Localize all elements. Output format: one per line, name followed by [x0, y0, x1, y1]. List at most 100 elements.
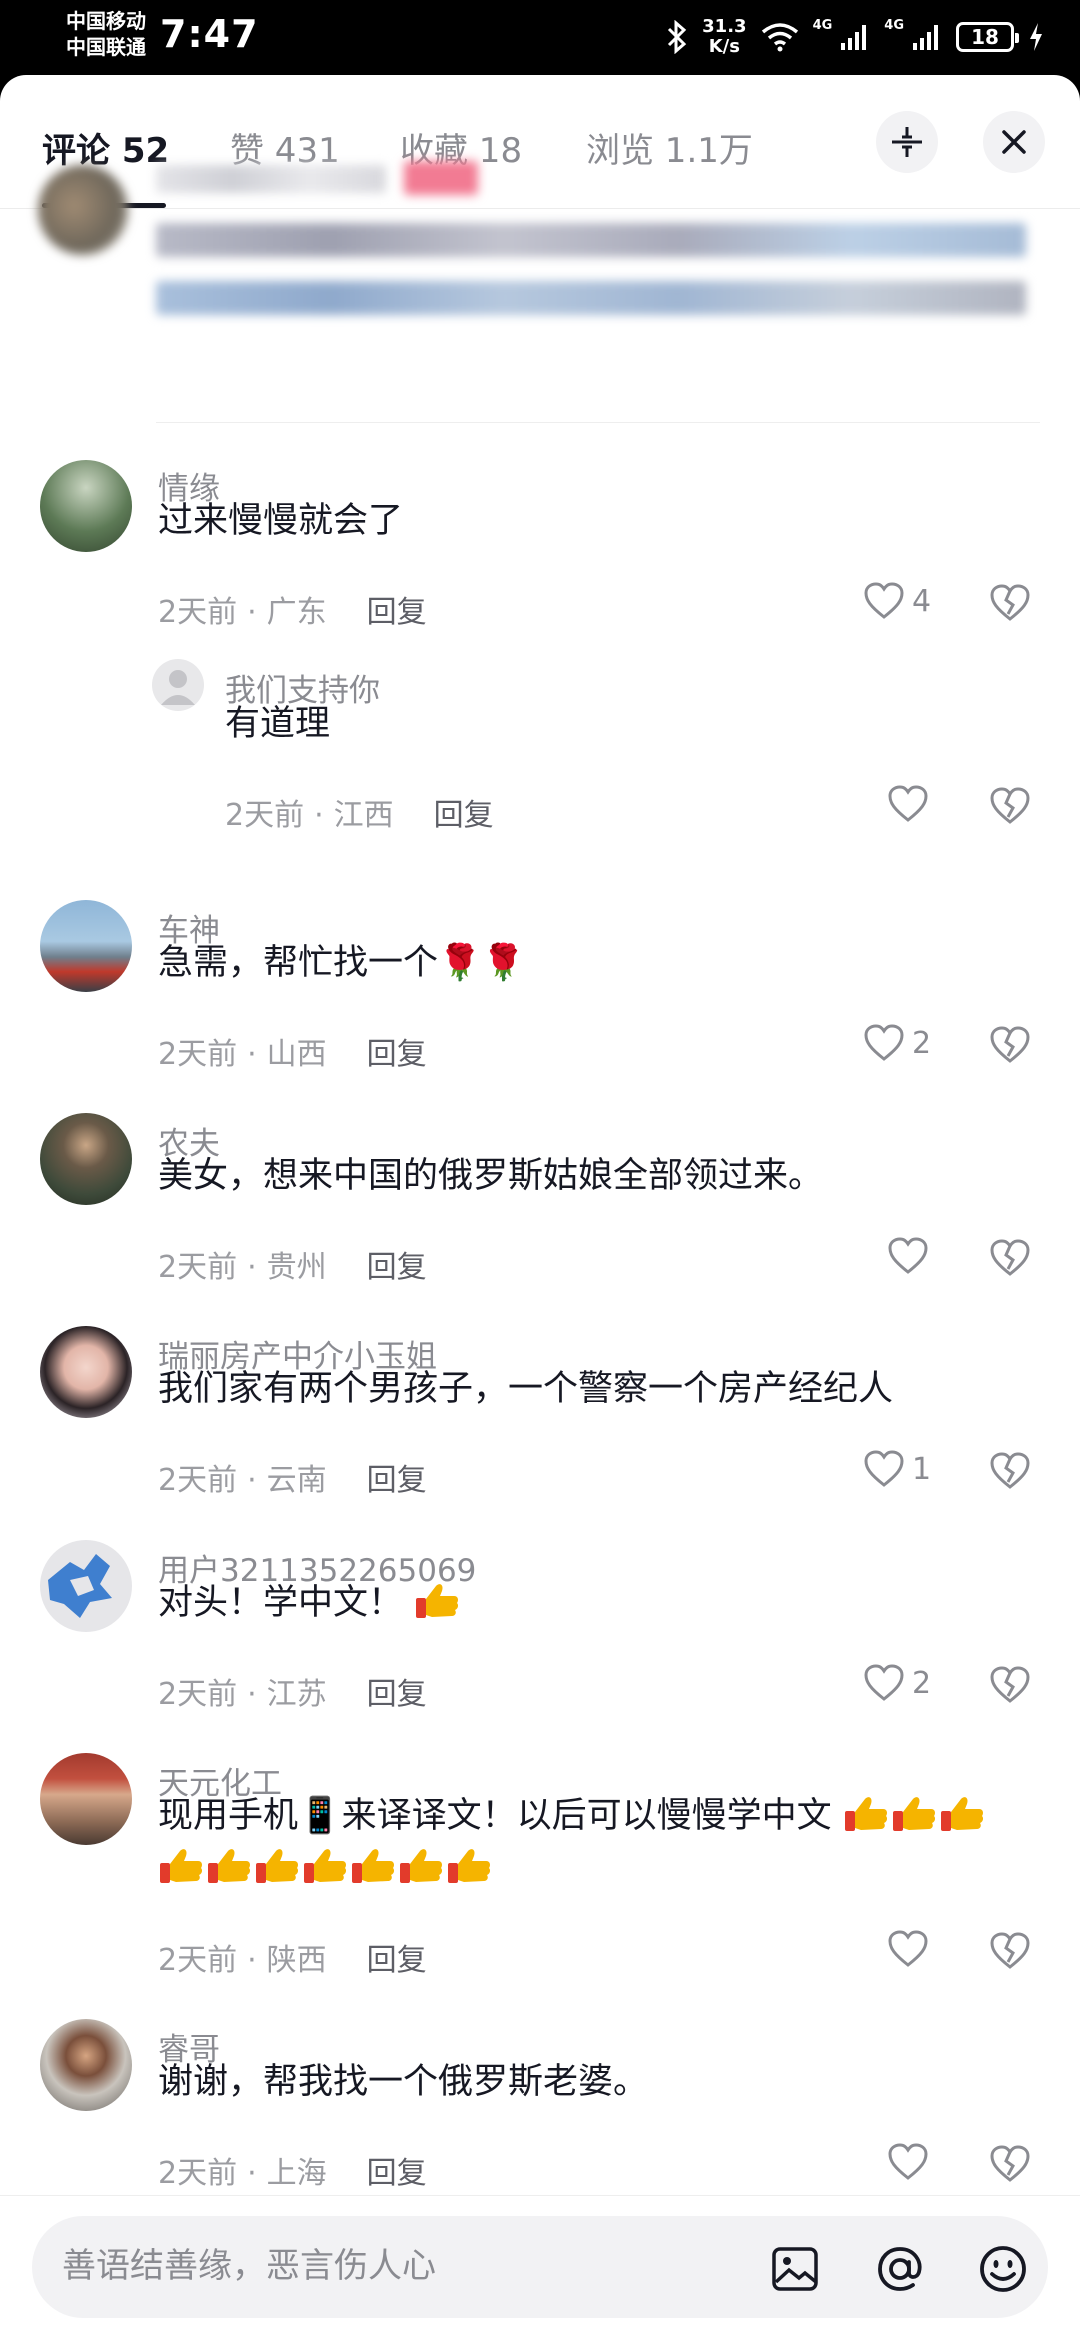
thumbs-up-icon — [448, 1849, 491, 1883]
reply-button[interactable]: 回复 — [367, 2156, 427, 2191]
comment-time: 2天前 — [158, 1463, 238, 1498]
comment-time: 2天前 — [158, 1943, 238, 1978]
comment-time: 2天前 — [158, 2156, 238, 2191]
collapse-button[interactable] — [876, 111, 938, 173]
thumbs-up-icon — [208, 1849, 251, 1883]
comment-text: 谢谢，帮我找一个俄罗斯老婆。 — [158, 2062, 649, 2102]
like-count: 1 — [912, 1451, 932, 1487]
avatar[interactable] — [40, 1540, 132, 1632]
dislike-button[interactable] — [990, 1932, 1030, 1974]
broken-heart-icon — [990, 1932, 1030, 1969]
comment-time: 2天前 — [158, 595, 238, 630]
comment-meta: 2天前 · 贵州 回复 — [158, 1250, 427, 1285]
thumbs-up-icon — [160, 1849, 203, 1883]
broken-heart-icon — [990, 584, 1030, 621]
default-avatar-icon — [161, 670, 195, 705]
comment-meta: 2天前 · 上海 回复 — [158, 2156, 427, 2191]
broken-heart-icon — [990, 787, 1030, 824]
avatar[interactable] — [40, 2019, 132, 2111]
like-button[interactable]: 2 — [864, 1024, 931, 1062]
blurred-badge — [404, 161, 478, 195]
reply-button[interactable]: 回复 — [367, 595, 427, 630]
battery-indicator: 18 — [956, 22, 1019, 52]
heart-icon — [864, 1664, 904, 1701]
comment-text: 我们家有两个男孩子，一个警察一个房产经纪人 — [158, 1369, 894, 1409]
emoji-button[interactable] — [978, 2244, 1028, 2294]
close-icon — [1002, 130, 1026, 154]
dislike-button[interactable] — [990, 1452, 1030, 1494]
clock: 7:47 — [160, 12, 259, 56]
comment-meta: 2天前 · 江西 回复 — [225, 798, 494, 833]
thumbs-up-icon — [256, 1849, 299, 1883]
broken-heart-icon — [990, 1239, 1030, 1276]
comment-time: 2天前 — [158, 1037, 238, 1072]
dislike-button[interactable] — [990, 1026, 1030, 1068]
like-button[interactable] — [888, 785, 928, 823]
thumbs-up-icon — [416, 1584, 459, 1618]
comment-composer — [0, 2195, 1080, 2340]
heart-icon — [888, 1930, 928, 1967]
dislike-button[interactable] — [990, 2145, 1030, 2187]
carrier-1: 中国移动 — [66, 9, 146, 33]
comment-location: 广东 — [266, 595, 327, 630]
avatar[interactable] — [152, 659, 204, 711]
image-button[interactable] — [770, 2244, 820, 2294]
like-button[interactable] — [888, 1930, 928, 1968]
thumbs-up-icon — [400, 1849, 443, 1883]
tab-views[interactable]: 浏览 1.1万 — [586, 123, 753, 172]
heart-icon — [864, 1024, 904, 1061]
heart-icon — [888, 785, 928, 822]
comment-location: 陕西 — [266, 1943, 327, 1978]
dislike-button[interactable] — [990, 584, 1030, 626]
avatar[interactable] — [40, 460, 132, 552]
comment-input[interactable] — [62, 2246, 492, 2286]
collapse-icon — [892, 127, 922, 157]
like-button[interactable]: 1 — [864, 1450, 931, 1488]
dislike-button[interactable] — [990, 1239, 1030, 1281]
avatar[interactable] — [40, 1753, 132, 1845]
reply-button[interactable]: 回复 — [367, 1250, 427, 1285]
comment-location: 江西 — [333, 798, 394, 833]
heart-icon — [864, 582, 904, 619]
comment-location: 贵州 — [266, 1250, 327, 1285]
like-button[interactable] — [888, 1237, 928, 1275]
comment-meta: 2天前 · 广东 回复 — [158, 595, 427, 630]
reply-button[interactable]: 回复 — [367, 1677, 427, 1712]
reply-button[interactable]: 回复 — [367, 1463, 427, 1498]
dislike-button[interactable] — [990, 1666, 1030, 1708]
thumbs-up-icon — [352, 1849, 395, 1883]
broken-heart-icon — [990, 1666, 1030, 1703]
like-button[interactable]: 4 — [864, 582, 931, 620]
thumbs-up-icon — [940, 1797, 983, 1831]
reply-button[interactable]: 回复 — [367, 1037, 427, 1072]
image-icon — [772, 2247, 818, 2291]
comment-location: 山西 — [266, 1037, 327, 1072]
avatar[interactable] — [40, 1113, 132, 1205]
charging-icon — [1030, 23, 1042, 51]
reply-button[interactable]: 回复 — [434, 798, 494, 833]
emoji-icon — [980, 2246, 1026, 2292]
heart-icon — [888, 1237, 928, 1274]
mention-button[interactable] — [875, 2244, 925, 2294]
comment-text: 有道理 — [225, 704, 331, 744]
reply-button[interactable]: 回复 — [367, 1943, 427, 1978]
dislike-button[interactable] — [990, 787, 1030, 829]
comment-meta: 2天前 · 云南 回复 — [158, 1463, 427, 1498]
tab-comments[interactable]: 评论 52 — [42, 123, 169, 172]
network-speed: 31.3 K/s — [702, 16, 747, 57]
like-count: 2 — [912, 1025, 932, 1061]
thumbs-up-icon — [844, 1797, 887, 1831]
like-button[interactable]: 2 — [864, 1664, 931, 1702]
avatar[interactable] — [40, 1326, 132, 1418]
comment-text: 急需，帮忙找一个🌹🌹 — [158, 943, 526, 983]
like-count: 2 — [912, 1665, 932, 1701]
close-button[interactable] — [983, 111, 1045, 173]
comment-text: 过来慢慢就会了 — [158, 501, 404, 541]
avatar[interactable] — [40, 900, 132, 992]
comment-time: 2天前 — [225, 798, 305, 833]
broken-heart-icon — [990, 1026, 1030, 1063]
heart-icon — [888, 2143, 928, 2180]
comment-time: 2天前 — [158, 1250, 238, 1285]
like-button[interactable] — [888, 2143, 928, 2181]
comment-meta: 2天前 · 陕西 回复 — [158, 1943, 427, 1978]
